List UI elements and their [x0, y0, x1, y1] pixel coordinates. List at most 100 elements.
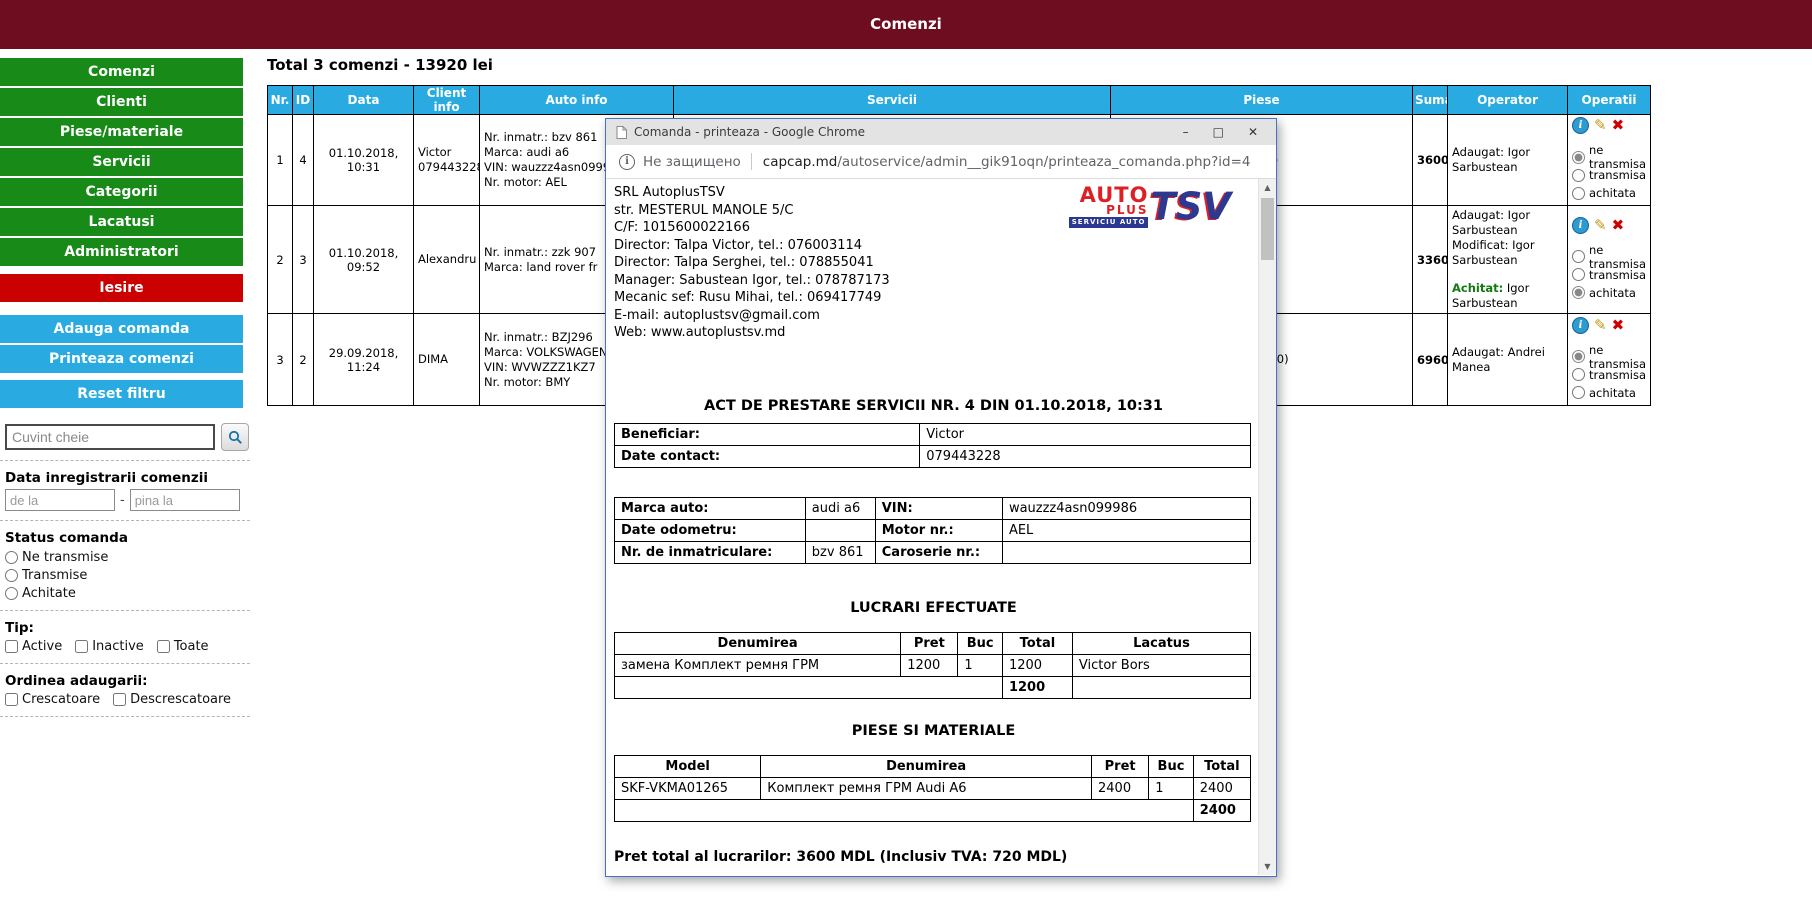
cell-operator: Adaugat: Andrei Manea [1448, 314, 1568, 406]
column-header-nr: Nr. [268, 86, 293, 115]
row-status-achitata[interactable]: achitata [1572, 385, 1646, 401]
status-filter-group: Ne transmise Transmise Achitate [5, 549, 256, 601]
row-actions: i ✎ ✖ [1572, 217, 1646, 234]
column-header-servicii: Servicii [674, 86, 1111, 115]
tip-filter-inactive[interactable]: Inactive [75, 639, 144, 654]
date-filter-row: - [5, 489, 256, 511]
edit-icon[interactable]: ✎ [1594, 118, 1607, 133]
status-radio[interactable] [1572, 286, 1585, 299]
row-status-ne-transmisa[interactable]: ne transmisa [1572, 149, 1646, 165]
piese-denumirea: Комплект ремня ГРМ Audi A6 [761, 777, 1092, 799]
scroll-up-icon[interactable]: ▲ [1259, 179, 1276, 196]
field-label: Beneficiar: [615, 423, 920, 445]
company-logo: AUTO PLUS SERVICIU AUTO TSV [1069, 186, 1231, 228]
sidebar-item-categorii[interactable]: Categorii [0, 178, 243, 206]
info-icon[interactable]: i [1572, 117, 1589, 134]
search-input[interactable] [5, 424, 215, 450]
print-orders-button[interactable]: Printeaza comenzi [0, 345, 243, 373]
field-label: Motor nr.: [875, 519, 1002, 541]
row-status-achitata[interactable]: achitata [1572, 185, 1646, 201]
order-filter-crescatoare[interactable]: Crescatoare [5, 692, 100, 707]
checkbox-descrescatoare[interactable] [113, 693, 126, 706]
radio-transmise[interactable] [5, 569, 18, 582]
field-label: Nr. de inmatriculare: [615, 541, 806, 563]
sidebar-item-servicii[interactable]: Servicii [0, 148, 243, 176]
sidebar-item-comenzi[interactable]: Comenzi [0, 58, 243, 86]
checkbox-active[interactable] [5, 640, 18, 653]
edit-icon[interactable]: ✎ [1594, 218, 1607, 233]
row-status-transmisa[interactable]: transmisa [1572, 367, 1646, 383]
lucrari-pret: 1200 [901, 654, 958, 676]
delete-icon[interactable]: ✖ [1612, 318, 1625, 333]
operator-gap [1452, 268, 1563, 281]
row-status-achitata[interactable]: achitata [1572, 285, 1646, 301]
logo-plus-text: PLUS [1106, 205, 1148, 216]
client-line: DIMA [418, 352, 475, 367]
checkbox-crescatoare[interactable] [5, 693, 18, 706]
delete-icon[interactable]: ✖ [1612, 118, 1625, 133]
reset-filter-button[interactable]: Reset filtru [0, 380, 243, 408]
status-filter-transmise[interactable]: Transmise [5, 567, 256, 583]
piese-buc: 1 [1149, 777, 1194, 799]
tip-filter-active[interactable]: Active [5, 639, 62, 654]
company-line: Director: Talpa Victor, tel.: 076003114 [614, 237, 1253, 255]
search-button[interactable] [221, 423, 249, 451]
status-radio[interactable] [1572, 187, 1585, 200]
field-value: bzv 861 [805, 541, 875, 563]
date-to-field[interactable] [130, 489, 240, 511]
scrollbar-thumb[interactable] [1261, 198, 1274, 260]
radio-label: Transmise [22, 568, 87, 583]
close-button[interactable]: ✕ [1248, 119, 1258, 145]
client-line: 079443228 [418, 160, 475, 175]
status-radio[interactable] [1572, 268, 1585, 281]
lucrari-lacatus: Victor Bors [1072, 654, 1250, 676]
info-circle-icon[interactable]: i [619, 154, 635, 170]
checkbox-inactive[interactable] [75, 640, 88, 653]
row-status-transmisa[interactable]: transmisa [1572, 267, 1646, 283]
tip-filter-toate[interactable]: Toate [157, 639, 209, 654]
minimize-button[interactable]: – [1183, 119, 1189, 145]
radio-ne-transmise[interactable] [5, 551, 18, 564]
checkbox-label: Crescatoare [22, 692, 100, 707]
order-filter-descrescatoare[interactable]: Descrescatoare [113, 692, 231, 707]
logout-button[interactable]: Iesire [0, 274, 243, 302]
status-radio[interactable] [1572, 386, 1585, 399]
status-radio[interactable] [1572, 350, 1585, 363]
row-status-ne-transmisa[interactable]: ne transmisa [1572, 349, 1646, 365]
status-filter-achitate[interactable]: Achitate [5, 585, 256, 601]
cell-suma: 6960 [1413, 314, 1448, 406]
status-radio[interactable] [1572, 368, 1585, 381]
status-filter-ne-transmise[interactable]: Ne transmise [5, 549, 256, 565]
status-radio[interactable] [1572, 169, 1585, 182]
scrollbar[interactable]: ▲ ▼ [1258, 179, 1276, 875]
info-icon[interactable]: i [1572, 317, 1589, 334]
scroll-down-icon[interactable]: ▼ [1259, 858, 1276, 875]
maximize-button[interactable]: □ [1213, 119, 1224, 145]
address-bar[interactable]: i Не защищено capcap.md /autoservice/adm… [606, 145, 1276, 179]
row-status-transmisa[interactable]: transmisa [1572, 167, 1646, 183]
table-row: Marca auto: audi a6 VIN: wauzzz4asn09998… [615, 497, 1251, 519]
status-radio[interactable] [1572, 151, 1585, 164]
sidebar-item-clienti[interactable]: Clienti [0, 88, 243, 116]
sidebar-item-lacatusi[interactable]: Lacatusi [0, 208, 243, 236]
sidebar-item-administratori[interactable]: Administratori [0, 238, 243, 266]
status-radio[interactable] [1572, 250, 1585, 263]
row-status-ne-transmisa[interactable]: ne transmisa [1572, 249, 1646, 265]
operator-line: Adaugat: Andrei Manea [1452, 345, 1563, 375]
status-radio-label: achitata [1589, 286, 1636, 300]
field-value: 079443228 [920, 445, 1251, 467]
column-header-operatii: Operatii [1568, 86, 1651, 115]
document-icon [616, 126, 627, 139]
status-radio-label: achitata [1589, 386, 1636, 400]
info-icon[interactable]: i [1572, 217, 1589, 234]
divider [0, 520, 250, 521]
status-radio-label: ne transmisa [1589, 243, 1646, 271]
sidebar-item-piese-materiale[interactable]: Piese/materiale [0, 118, 243, 146]
radio-achitate[interactable] [5, 587, 18, 600]
checkbox-toate[interactable] [157, 640, 170, 653]
add-order-button[interactable]: Adauga comanda [0, 315, 243, 343]
date-from-field[interactable] [5, 489, 115, 511]
delete-icon[interactable]: ✖ [1612, 218, 1625, 233]
window-titlebar[interactable]: Comanda - printeaza - Google Chrome – □ … [606, 119, 1276, 145]
edit-icon[interactable]: ✎ [1594, 318, 1607, 333]
